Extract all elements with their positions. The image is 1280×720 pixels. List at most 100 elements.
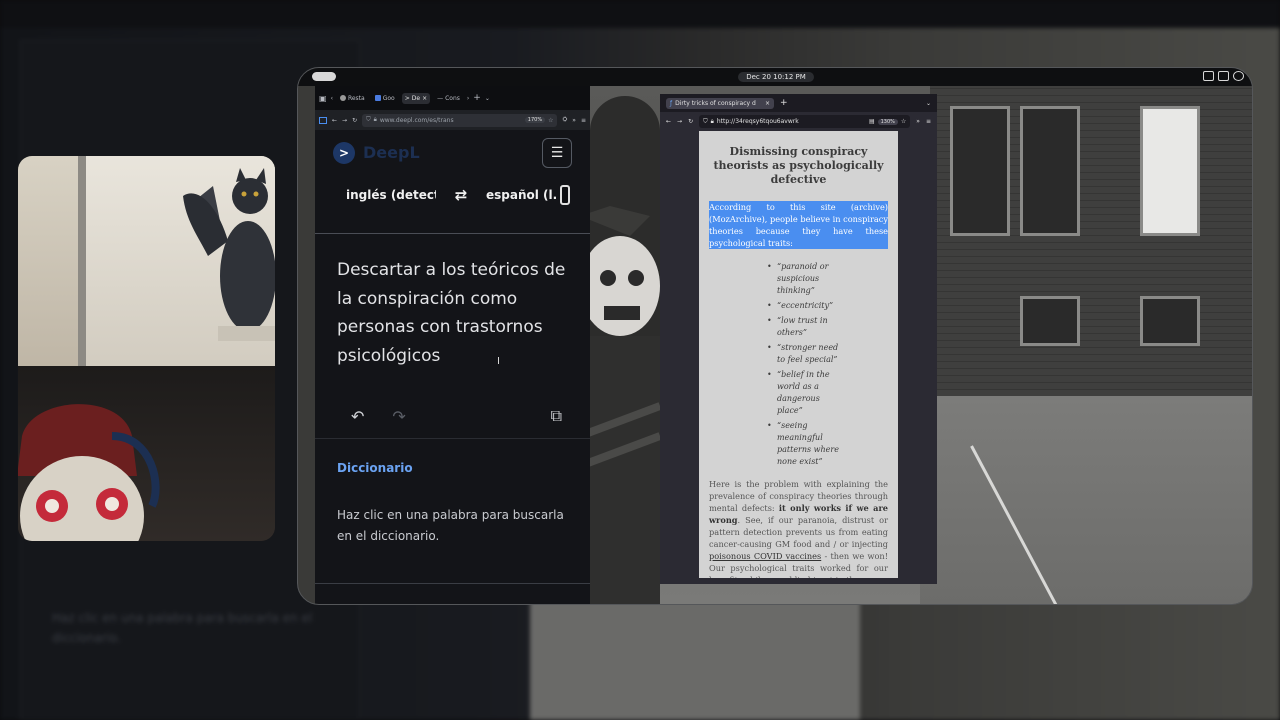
back-button[interactable]: ← (666, 118, 671, 125)
close-icon[interactable]: × (422, 95, 427, 102)
swap-languages-icon[interactable]: ⇄ (436, 186, 486, 204)
source-language-select[interactable]: inglés (detectac (346, 188, 436, 202)
undo-icon[interactable]: ↶ (351, 407, 364, 426)
power-icon[interactable] (1233, 71, 1244, 81)
archive-browser-window[interactable]: ƒ Dirty tricks of conspiracy d × + ⌄ ← →… (660, 94, 937, 584)
bookmark-star-icon[interactable]: ☆ (548, 117, 553, 124)
hamburger-menu-icon: ☰ (550, 144, 564, 161)
sidebar-icon[interactable] (319, 116, 327, 124)
address-bar-url: http://34reqsy6tqou6avwrk (716, 118, 799, 125)
wallpaper-window (1020, 296, 1080, 346)
browser-nav-bar: ← → ↻ ⛉ 🔒︎ www.deepl.com/es/trans 170% ☆… (315, 110, 590, 130)
winged-cat-statue (183, 168, 275, 341)
target-language-select[interactable]: español (l... (486, 188, 556, 202)
hamburger-menu-icon[interactable]: ≡ (581, 117, 586, 124)
site-favicon-icon: ƒ (670, 99, 673, 107)
overflow-chevron-icon[interactable]: » (572, 117, 576, 124)
article-page[interactable]: Dismissing conspiracy theorists as psych… (699, 131, 898, 578)
dictionary-panel: Diccionario Haz clic en una palabra para… (315, 438, 590, 547)
screen-capture-frame: Dec 20 10:12 PM ▣ ‹ Resta Goo > De × — C… (297, 67, 1253, 605)
extensions-icon[interactable]: ⛭ (562, 116, 567, 124)
wallpaper-brick-building (930, 86, 1252, 396)
forward-button[interactable]: → (677, 118, 682, 125)
dictionary-heading: Diccionario (337, 461, 413, 475)
webcam-feed (18, 156, 275, 541)
wallpaper-window (950, 106, 1010, 236)
background-photo (530, 600, 860, 720)
list-item: “low trust in others” (767, 315, 839, 339)
reload-button[interactable]: ↻ (688, 118, 693, 125)
window-icon[interactable] (1203, 71, 1214, 81)
list-item: “eccentricity” (767, 300, 839, 312)
panel-edge-handle[interactable] (560, 185, 570, 205)
window-icon[interactable] (1218, 71, 1229, 81)
system-tray[interactable] (1203, 71, 1244, 81)
globe-icon (339, 95, 346, 101)
deepl-logo-text: DeepL (363, 143, 420, 162)
mask-face (18, 404, 160, 541)
wallpaper-window (1140, 296, 1200, 346)
tab-overview-icon[interactable]: ▣ (319, 94, 327, 103)
selected-paragraph[interactable]: According to this site (archive) (MozArc… (709, 201, 888, 249)
article-heading: Dismissing conspiracy theorists as psych… (713, 145, 884, 186)
deepl-logo-icon: > (333, 141, 355, 164)
tab-list-chevron-icon[interactable]: ⌄ (926, 100, 931, 107)
tab-scroll-left-icon[interactable]: ‹ (331, 95, 333, 102)
reader-mode-icon[interactable]: ▤ (869, 118, 875, 125)
system-clock[interactable]: Dec 20 10:12 PM (738, 72, 814, 82)
redo-icon[interactable]: ↷ (392, 407, 405, 426)
hamburger-menu-icon[interactable]: ≡ (926, 118, 931, 125)
list-item: “paranoid or suspicious thinking” (767, 261, 839, 297)
overflow-chevron-icon[interactable]: » (916, 118, 920, 125)
copy-icon[interactable]: ⧉ (551, 406, 562, 426)
deepl-icon: > (404, 94, 410, 102)
address-bar-url: www.deepl.com/es/trans (379, 116, 454, 124)
tab-title: Dirty tricks of conspiracy d (675, 99, 756, 107)
background-blurred-text: Haz clic en una palabra para buscarla en… (52, 611, 313, 645)
text-cursor-icon: I (497, 356, 500, 367)
tab-list-chevron-icon[interactable]: ⌄ (485, 95, 490, 102)
traits-list: “paranoid or suspicious thinking” “eccen… (767, 261, 839, 468)
tab-scroll-right-icon[interactable]: › (467, 95, 469, 102)
deepl-menu-button[interactable]: ☰ (542, 137, 572, 168)
forward-button[interactable]: → (342, 117, 347, 124)
list-item: “belief in the world as a dangerous plac… (767, 369, 839, 417)
dictionary-hint: Haz clic en una palabra para buscarla en… (337, 508, 564, 543)
vaccines-link[interactable]: poisonous COVID vaccines (709, 551, 821, 561)
bookmark-star-icon[interactable]: ☆ (901, 118, 906, 125)
list-item: “seeing meaningful patterns where none e… (767, 420, 839, 468)
wallpaper-window (1020, 106, 1080, 236)
translation-output[interactable]: Descartar a los teóricos de la conspirac… (315, 234, 590, 394)
dash-icon: — (437, 94, 444, 102)
list-item: “stronger need to feel special” (767, 342, 839, 366)
back-button[interactable]: ← (332, 117, 337, 124)
new-tab-button[interactable]: + (780, 98, 788, 108)
divider (315, 583, 590, 584)
tab-restaurant[interactable]: Resta (337, 93, 368, 104)
address-bar[interactable]: ⛉ 🔒︎ www.deepl.com/es/trans 170% ☆ (362, 113, 558, 127)
tab-dirty-tricks[interactable]: ƒ Dirty tricks of conspiracy d × (666, 97, 774, 109)
system-top-bar: Dec 20 10:12 PM (298, 68, 1252, 86)
tab-google[interactable]: Goo (372, 93, 398, 104)
tab-deepl[interactable]: > De × (401, 92, 431, 104)
translation-actions: ↶ ↷ ⧉ (315, 394, 590, 438)
google-icon (374, 95, 381, 101)
deepl-browser-window[interactable]: ▣ ‹ Resta Goo > De × — Cons › + ⌄ ← → ↻ ⛉ 🔒… (315, 86, 590, 604)
wallpaper-parking-lot (920, 396, 1252, 604)
wallpaper-window (1140, 106, 1200, 236)
browser-tab-strip: ▣ ‹ Resta Goo > De × — Cons › + ⌄ (315, 86, 590, 110)
reload-button[interactable]: ↻ (352, 117, 357, 124)
zoom-level[interactable]: 130% (877, 118, 898, 125)
language-selector-bar: inglés (detectac ⇄ español (l... (315, 175, 590, 215)
article-body: Here is the problem with explaining the … (709, 479, 888, 578)
activities-button[interactable] (312, 72, 336, 81)
deepl-logo[interactable]: > DeepL (333, 141, 420, 164)
address-bar[interactable]: ⛉ 🔒︎ http://34reqsy6tqou6avwrk ▤ 130% ☆ (699, 115, 911, 128)
wallpaper-masked-person (590, 206, 660, 604)
zoom-level[interactable]: 170% (524, 117, 546, 123)
new-tab-button[interactable]: + (473, 93, 481, 103)
background-top-bar (0, 0, 1280, 28)
close-icon[interactable]: × (765, 100, 770, 107)
onion-icon: ⛉ (703, 117, 708, 125)
tab-cons[interactable]: — Cons (434, 93, 463, 104)
